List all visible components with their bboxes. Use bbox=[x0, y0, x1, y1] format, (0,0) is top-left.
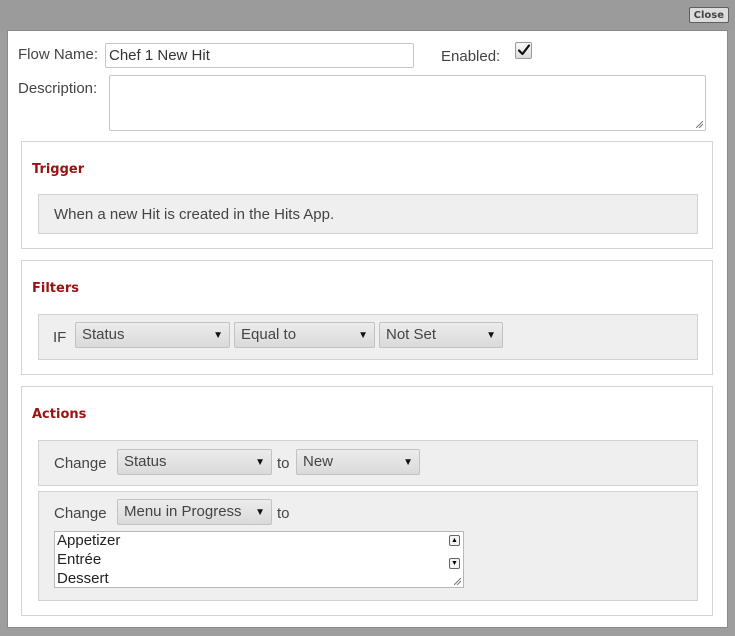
enabled-label: Enabled: bbox=[441, 48, 501, 65]
trigger-box: When a new Hit is created in the Hits Ap… bbox=[38, 194, 698, 234]
filter-row: IF Status ▼ Equal to ▼ Not Set ▼ bbox=[38, 314, 698, 360]
resize-grip-icon[interactable] bbox=[454, 578, 461, 585]
dialog-titlebar: Close bbox=[0, 0, 735, 30]
list-item[interactable]: Dessert bbox=[57, 570, 109, 587]
action1-to-label: to bbox=[277, 455, 290, 472]
description-label: Description: bbox=[18, 80, 98, 97]
action1-field-value: Status bbox=[124, 453, 167, 470]
actions-panel: Actions Change Status ▼ to New ▼ Change … bbox=[21, 386, 713, 616]
if-label: IF bbox=[53, 329, 67, 346]
list-item[interactable]: Entrée bbox=[57, 551, 101, 569]
action1-value-value: New bbox=[303, 453, 334, 470]
scroll-down-icon[interactable]: ▼ bbox=[449, 558, 460, 569]
actions-title: Actions bbox=[32, 407, 87, 422]
close-button[interactable]: Close bbox=[688, 7, 729, 23]
triangle-down-icon: ▼ bbox=[255, 457, 265, 468]
flow-name-input[interactable] bbox=[105, 43, 414, 68]
filters-title: Filters bbox=[32, 281, 79, 296]
enabled-checkbox[interactable] bbox=[515, 42, 532, 59]
list-item[interactable]: Appetizer bbox=[57, 532, 120, 550]
triangle-down-icon: ▼ bbox=[358, 330, 368, 341]
action2-field-value: Menu in Progress bbox=[124, 503, 242, 520]
action2-value-listbox[interactable]: Appetizer Entrée Dessert ▲ ▼ bbox=[54, 531, 464, 588]
trigger-title: Trigger bbox=[32, 162, 85, 177]
flow-editor-dialog: Flow Name: Enabled: Description: Trigger… bbox=[7, 30, 728, 628]
triangle-down-icon: ▼ bbox=[213, 330, 223, 341]
action1-change-label: Change bbox=[54, 455, 107, 472]
action2-to-label: to bbox=[277, 505, 290, 522]
action1-value-select[interactable]: New ▼ bbox=[296, 449, 420, 475]
action2-change-label: Change bbox=[54, 505, 107, 522]
action1-field-select[interactable]: Status ▼ bbox=[117, 449, 272, 475]
filter-value-select[interactable]: Not Set ▼ bbox=[379, 322, 503, 348]
action-row-1: Change Status ▼ to New ▼ bbox=[38, 440, 698, 486]
trigger-panel: Trigger When a new Hit is created in the… bbox=[21, 141, 713, 249]
resize-grip-icon[interactable] bbox=[696, 121, 703, 128]
action2-field-select[interactable]: Menu in Progress ▼ bbox=[117, 499, 272, 525]
trigger-text: When a new Hit is created in the Hits Ap… bbox=[54, 206, 335, 223]
filter-operator-value: Equal to bbox=[241, 326, 297, 343]
flow-name-label: Flow Name: bbox=[18, 46, 99, 63]
triangle-down-icon: ▼ bbox=[255, 507, 265, 518]
triangle-down-icon: ▼ bbox=[486, 330, 496, 341]
filters-panel: Filters IF Status ▼ Equal to ▼ Not Set ▼ bbox=[21, 260, 713, 375]
filter-value-value: Not Set bbox=[386, 326, 437, 343]
action-row-2: Change Menu in Progress ▼ to Appetizer E… bbox=[38, 491, 698, 601]
check-icon bbox=[517, 44, 531, 56]
filter-operator-select[interactable]: Equal to ▼ bbox=[234, 322, 375, 348]
description-textarea[interactable] bbox=[109, 75, 706, 131]
filter-field-value: Status bbox=[82, 326, 125, 343]
scroll-up-icon[interactable]: ▲ bbox=[449, 535, 460, 546]
filter-field-select[interactable]: Status ▼ bbox=[75, 322, 230, 348]
triangle-down-icon: ▼ bbox=[403, 457, 413, 468]
